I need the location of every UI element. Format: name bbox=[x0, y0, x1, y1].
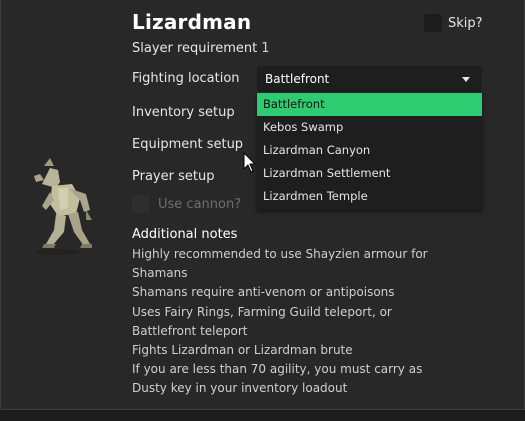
mouse-cursor-icon bbox=[243, 152, 256, 173]
lizardman-icon bbox=[34, 158, 92, 255]
note-line: Shamans require anti-venom or antipoison… bbox=[132, 285, 395, 300]
slayer-requirement-label: Slayer requirement bbox=[132, 41, 258, 56]
fighting-location-selected: Battlefront bbox=[265, 72, 330, 86]
location-option-lizardman-settlement[interactable]: Lizardman Settlement bbox=[257, 162, 482, 185]
use-cannon-checkbox bbox=[132, 195, 150, 213]
fighting-location-dropdown: Battlefront Kebos Swamp Lizardman Canyon… bbox=[257, 93, 482, 210]
note-line: Fights Lizardman or Lizardman brute bbox=[132, 343, 353, 358]
use-cannon-toggle: Use cannon? bbox=[132, 195, 241, 213]
location-option-kebos-swamp[interactable]: Kebos Swamp bbox=[257, 116, 482, 139]
fighting-location-select[interactable]: Battlefront bbox=[257, 66, 482, 92]
skip-toggle[interactable]: Skip? bbox=[424, 14, 483, 32]
use-cannon-label: Use cannon? bbox=[158, 196, 242, 212]
skip-checkbox[interactable] bbox=[424, 14, 442, 32]
additional-notes: Highly recommended to use Shayzien armou… bbox=[132, 245, 432, 399]
location-option-lizardman-canyon[interactable]: Lizardman Canyon bbox=[257, 139, 482, 162]
prayer-setup-label: Prayer setup bbox=[132, 169, 215, 184]
monster-name: Lizardman bbox=[132, 10, 252, 34]
note-line: Battlefront teleport bbox=[132, 323, 248, 338]
bottom-strip bbox=[0, 410, 525, 421]
note-line: If you are less than 70 agility, you mus… bbox=[132, 362, 423, 377]
location-option-battlefront[interactable]: Battlefront bbox=[257, 93, 482, 116]
note-line: Shamans bbox=[132, 266, 188, 281]
note-line: Dusty key in your inventory loadout bbox=[132, 381, 348, 396]
additional-notes-heading: Additional notes bbox=[132, 227, 238, 242]
inventory-setup-label: Inventory setup bbox=[132, 105, 235, 120]
fighting-location-label: Fighting location bbox=[132, 71, 240, 86]
chevron-down-icon bbox=[462, 76, 470, 82]
location-option-lizardmen-temple[interactable]: Lizardmen Temple bbox=[257, 185, 482, 208]
slayer-requirement-value: 1 bbox=[261, 41, 270, 56]
note-line: Uses Fairy Rings, Farming Guild teleport… bbox=[132, 304, 392, 319]
skip-label: Skip? bbox=[448, 15, 483, 31]
equipment-setup-label: Equipment setup bbox=[132, 137, 244, 152]
note-line: Highly recommended to use Shayzien armou… bbox=[132, 247, 428, 261]
slayer-requirement: Slayer requirement 1 bbox=[132, 41, 270, 56]
